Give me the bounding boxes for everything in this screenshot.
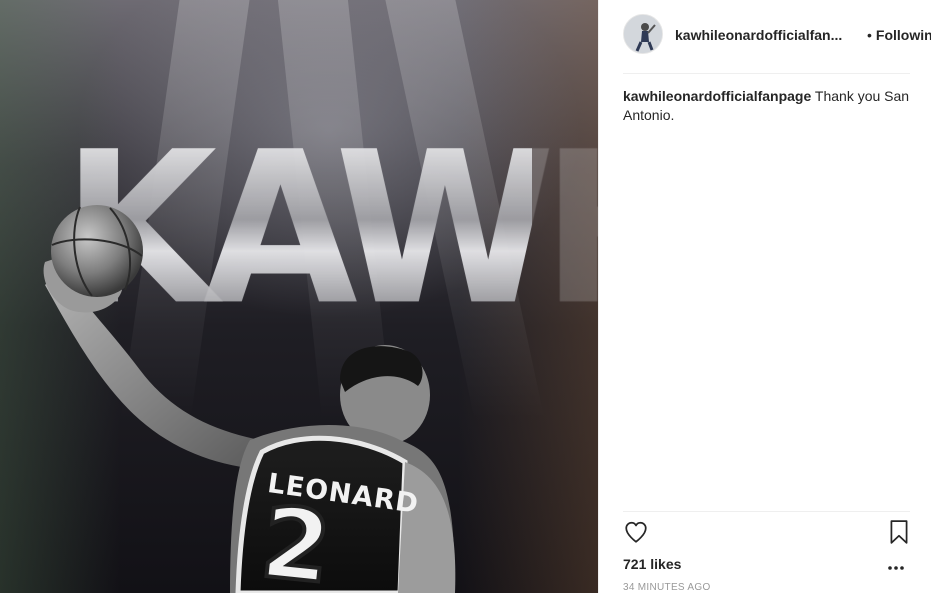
- separator-dot: •: [867, 27, 872, 43]
- avatar[interactable]: [623, 14, 663, 54]
- avatar-image-icon: [624, 15, 662, 53]
- post-sidebar: kawhileonardofficialfan... •Following ka…: [598, 0, 931, 593]
- post-actions: [623, 519, 910, 551]
- jersey-number-text: 2: [254, 484, 338, 593]
- bookmark-icon[interactable]: [888, 519, 910, 550]
- caption-username-link[interactable]: kawhileonardofficialfanpage: [623, 88, 811, 104]
- actions-divider: [623, 511, 910, 512]
- post-image[interactable]: KAWHI: [0, 0, 598, 593]
- heart-icon[interactable]: [623, 519, 649, 550]
- following-button[interactable]: Following: [876, 27, 931, 43]
- like-count[interactable]: 721 likes: [623, 556, 681, 572]
- more-options-icon[interactable]: [887, 558, 905, 576]
- post-header: kawhileonardofficialfan... •Following: [623, 14, 931, 58]
- header-username-link[interactable]: kawhileonardofficialfan...: [675, 27, 842, 43]
- post-caption: kawhileonardofficialfanpage Thank you Sa…: [623, 87, 913, 125]
- follow-status: •Following: [867, 27, 931, 43]
- header-divider: [623, 73, 910, 74]
- post-timestamp[interactable]: 34 minutes ago: [623, 582, 711, 593]
